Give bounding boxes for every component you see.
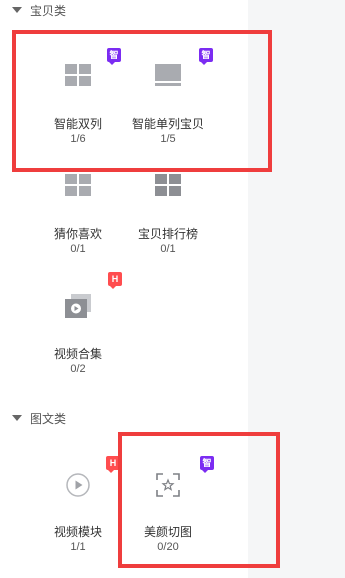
tile-count: 0/1: [70, 243, 86, 255]
grid-icon: [65, 174, 91, 196]
module-tile-smart-double[interactable]: 智 智能双列 1/6: [28, 30, 128, 145]
crop-focus-icon: [156, 473, 180, 497]
module-tile-guess-you-like[interactable]: 猜你喜欢 0/1: [28, 140, 128, 255]
smart-badge: 智: [200, 456, 214, 473]
tile-label: 智能双列: [53, 117, 102, 131]
tile-count: 0/2: [70, 363, 86, 375]
module-panel: 宝贝类 智 智能双列 1/6 智 智能单列宝贝 1/5 猜你喜欢 0/1 宝贝排…: [0, 0, 249, 578]
module-tile-video[interactable]: H 视频模块 1/1: [28, 438, 128, 553]
tile-count: 0/1: [160, 243, 176, 255]
tile-label: 美颜切图: [143, 525, 192, 539]
double-column-icon: [65, 64, 91, 86]
canvas-gutter: [248, 0, 345, 578]
ranking-grid-icon: [155, 174, 181, 196]
tile-label: 智能单列宝贝: [131, 117, 204, 131]
module-tile-video-collection[interactable]: H 视频合集 0/2: [28, 260, 128, 375]
section-header-products[interactable]: 宝贝类: [12, 0, 66, 20]
caret-down-icon: [12, 7, 22, 13]
section-header-image-text[interactable]: 图文类: [12, 408, 66, 428]
smart-badge: 智: [199, 48, 213, 65]
video-play-icon: [66, 473, 90, 497]
module-tile-smart-single[interactable]: 智 智能单列宝贝 1/5: [118, 30, 218, 145]
module-tile-beauty-crop[interactable]: 智 美颜切图 0/20: [118, 438, 218, 553]
single-column-icon: [155, 64, 181, 86]
tile-label: 猜你喜欢: [53, 227, 102, 241]
tile-label: 视频合集: [53, 347, 102, 361]
section-title: 宝贝类: [30, 3, 67, 18]
caret-down-icon: [12, 415, 22, 421]
tile-count: 0/20: [157, 541, 179, 553]
video-collection-icon: [65, 294, 91, 318]
tile-label: 宝贝排行榜: [137, 227, 198, 241]
section-title: 图文类: [30, 411, 67, 426]
hot-badge: H: [108, 272, 122, 289]
tile-label: 视频模块: [53, 525, 102, 539]
module-tile-ranking[interactable]: 宝贝排行榜 0/1: [118, 140, 218, 255]
tile-count: 1/1: [70, 541, 86, 553]
